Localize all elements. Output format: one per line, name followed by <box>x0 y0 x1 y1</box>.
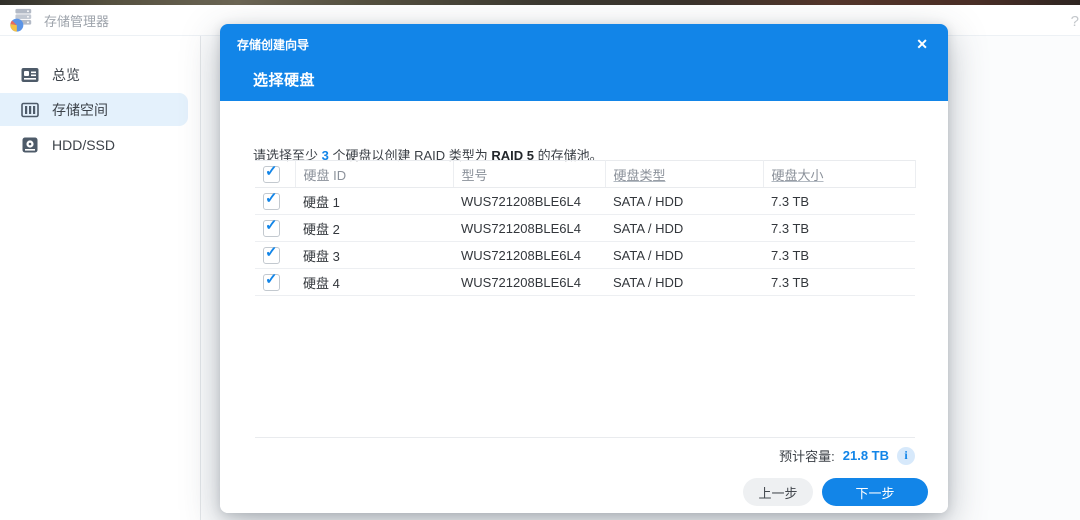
column-header-disk-id[interactable]: 硬盘 ID <box>295 161 453 188</box>
dialog-title: 存储创建向导 <box>237 36 309 53</box>
check-icon: ✓ <box>265 244 278 262</box>
disk-2-checkbox[interactable]: ✓ <box>263 220 280 237</box>
sidebar-item-label: HDD/SSD <box>52 137 115 153</box>
sidebar-item-storage-volume[interactable]: 存储空间 <box>0 93 188 126</box>
disk-1-checkbox[interactable]: ✓ <box>263 193 280 210</box>
info-icon[interactable]: i <box>897 447 915 465</box>
help-icon[interactable]: ? <box>1071 13 1079 30</box>
disk-model: WUS721208BLE6L4 <box>453 188 605 215</box>
disk-row-4[interactable]: ✓ 硬盘 4 WUS721208BLE6L4 SATA / HDD 7.3 TB <box>255 269 915 296</box>
disk-id: 硬盘 2 <box>295 215 453 242</box>
disk-size: 7.3 TB <box>763 215 915 242</box>
disk-size: 7.3 TB <box>763 242 915 269</box>
disk-row-3[interactable]: ✓ 硬盘 3 WUS721208BLE6L4 SATA / HDD 7.3 TB <box>255 242 915 269</box>
select-all-checkbox[interactable]: ✓ <box>263 166 280 183</box>
disk-4-checkbox[interactable]: ✓ <box>263 274 280 291</box>
estimated-capacity-label: 预计容量: <box>779 446 835 465</box>
check-icon: ✓ <box>265 190 278 208</box>
disk-model: WUS721208BLE6L4 <box>453 242 605 269</box>
previous-button[interactable]: 上一步 <box>743 478 813 506</box>
estimated-capacity: 预计容量: 21.8 TB i <box>779 446 915 465</box>
dialog-body: 请选择至少 3 个硬盘以创建 RAID 类型为 RAID 5 的存储池。 ✓ 硬… <box>220 101 948 513</box>
storage-volume-icon <box>21 102 39 118</box>
select-all-cell: ✓ <box>255 161 295 188</box>
storage-creation-wizard-dialog: 存储创建向导 ✕ 选择硬盘 请选择至少 3 个硬盘以创建 RAID 类型为 RA… <box>220 24 948 513</box>
app-title: 存储管理器 <box>44 11 109 30</box>
check-icon: ✓ <box>265 163 278 181</box>
disk-table: ✓ 硬盘 ID 型号 硬盘类型 硬盘大小 ✓ 硬盘 1 WUS721208BLE… <box>255 160 916 296</box>
check-icon: ✓ <box>265 271 278 289</box>
disk-row-1[interactable]: ✓ 硬盘 1 WUS721208BLE6L4 SATA / HDD 7.3 TB <box>255 188 915 215</box>
disk-id: 硬盘 4 <box>295 269 453 296</box>
sidebar-divider <box>200 36 201 520</box>
disk-id: 硬盘 1 <box>295 188 453 215</box>
next-button[interactable]: 下一步 <box>822 478 928 506</box>
disk-size: 7.3 TB <box>763 188 915 215</box>
disk-size: 7.3 TB <box>763 269 915 296</box>
screen: 存储管理器 ? 总览 存储空间 <box>0 0 1080 520</box>
disk-3-checkbox[interactable]: ✓ <box>263 247 280 264</box>
overview-icon <box>21 67 39 83</box>
column-header-disk-size[interactable]: 硬盘大小 <box>763 161 915 188</box>
estimated-capacity-value: 21.8 TB <box>843 448 889 463</box>
disk-type: SATA / HDD <box>605 242 763 269</box>
disk-icon <box>21 137 39 153</box>
step-title: 选择硬盘 <box>253 69 928 90</box>
disk-type: SATA / HDD <box>605 269 763 296</box>
dialog-footer: 上一步 下一步 <box>743 478 928 506</box>
check-icon: ✓ <box>265 217 278 235</box>
dialog-header: 存储创建向导 ✕ 选择硬盘 <box>220 24 948 101</box>
disk-type: SATA / HDD <box>605 188 763 215</box>
storage-manager-icon <box>8 7 34 33</box>
column-header-model[interactable]: 型号 <box>453 161 605 188</box>
sidebar-item-label: 存储空间 <box>52 100 108 120</box>
sidebar-item-label: 总览 <box>52 65 80 85</box>
disk-row-2[interactable]: ✓ 硬盘 2 WUS721208BLE6L4 SATA / HDD 7.3 TB <box>255 215 915 242</box>
disk-table-body: ✓ 硬盘 1 WUS721208BLE6L4 SATA / HDD 7.3 TB… <box>255 188 915 296</box>
disk-type: SATA / HDD <box>605 215 763 242</box>
disk-table-header-row: ✓ 硬盘 ID 型号 硬盘类型 硬盘大小 <box>255 161 915 188</box>
column-header-disk-type[interactable]: 硬盘类型 <box>605 161 763 188</box>
sidebar: 总览 存储空间 HDD/SSD <box>0 36 200 520</box>
disk-model: WUS721208BLE6L4 <box>453 269 605 296</box>
disk-model: WUS721208BLE6L4 <box>453 215 605 242</box>
summary-divider <box>255 437 915 438</box>
close-icon[interactable]: ✕ <box>916 37 928 51</box>
sidebar-item-hdd-ssd[interactable]: HDD/SSD <box>0 128 200 161</box>
disk-id: 硬盘 3 <box>295 242 453 269</box>
sidebar-item-overview[interactable]: 总览 <box>0 58 200 91</box>
